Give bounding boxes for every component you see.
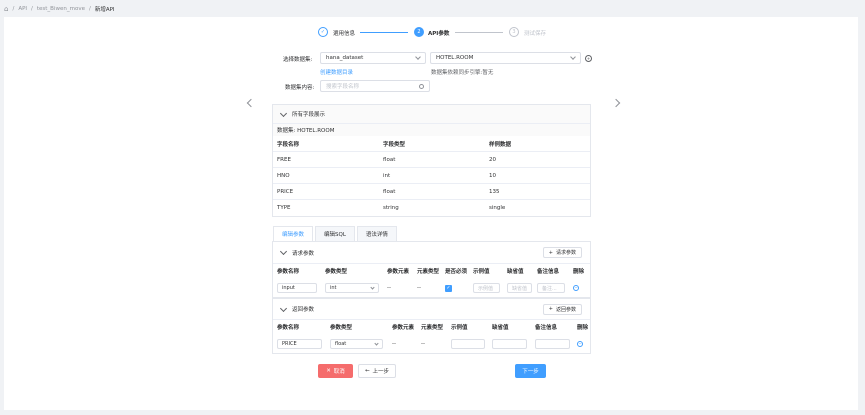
- table-row: HNO int 10: [273, 168, 590, 184]
- required-checkbox[interactable]: ✓: [445, 284, 452, 292]
- chevron-down-icon: [279, 304, 288, 312]
- step-line-1: [360, 32, 408, 33]
- next-step-button[interactable]: 下一步: [515, 364, 546, 378]
- breadcrumb: ⌂ / API / test_Biwen_move / 新增API: [4, 4, 115, 13]
- param-tabs: 编辑参数 编辑SQL 语法详情: [273, 226, 399, 241]
- add-response-param-button[interactable]: + 返回参数: [542, 303, 582, 315]
- chevron-down-icon: [415, 54, 421, 60]
- dataset-line: 数据集: HOTEL.ROOM: [273, 124, 590, 136]
- example-input[interactable]: 示例值: [473, 283, 500, 293]
- return-default-input[interactable]: [492, 339, 527, 349]
- tab-edit-sql[interactable]: 编辑SQL: [315, 226, 355, 241]
- delete-icon[interactable]: −: [573, 285, 579, 291]
- step-2-label: API参数: [428, 31, 450, 37]
- table-select[interactable]: HOTEL.ROOM: [430, 52, 581, 64]
- return-name-input[interactable]: PRICE: [277, 339, 322, 349]
- breadcrumb-current: 新增API: [94, 6, 115, 13]
- tab-syntax[interactable]: 语法详情: [356, 226, 397, 241]
- plus-icon: +: [548, 249, 553, 256]
- delete-icon[interactable]: −: [577, 341, 583, 347]
- request-table-header: 参数名称 参数类型 参数元素 元素类型 是否必须 示例值 缺省值 备注信息 删除: [277, 269, 585, 275]
- home-icon[interactable]: ⌂: [4, 5, 8, 13]
- fields-panel: 所有字段展示 数据集: HOTEL.ROOM 字段名称 字段类型 样例数据 FR…: [272, 104, 591, 217]
- arrow-left-icon: ←: [364, 368, 370, 374]
- breadcrumb-project[interactable]: test_Biwen_move: [37, 6, 85, 12]
- table-row: FREE float 20: [273, 152, 590, 168]
- table-row: PRICE float 135: [273, 184, 590, 200]
- request-panel: 请求参数 + 请求参数 参数名称 参数类型 参数元素 元素类型 是否必须 示例值 …: [272, 241, 591, 298]
- create-catalog-link[interactable]: 创建数据目录: [320, 68, 353, 76]
- response-panel-header[interactable]: 返回参数 + 返回参数: [273, 299, 590, 320]
- response-panel: 返回参数 + 返回参数 参数名称 参数类型 参数元素 元素类型 示例值 缺省值 备…: [272, 298, 591, 354]
- fields-table-header: 字段名称 字段类型 样例数据: [273, 136, 590, 152]
- table-row: TYPE string single: [277, 204, 506, 211]
- step-2-icon: 2: [414, 27, 424, 37]
- return-remark-input[interactable]: [535, 339, 570, 349]
- plus-icon: +: [548, 306, 553, 312]
- return-example-input[interactable]: [451, 339, 485, 349]
- add-request-param-button[interactable]: + 请求参数: [542, 247, 582, 258]
- table-row: PRICE float -- -- −: [273, 334, 590, 354]
- param-type-select[interactable]: int: [325, 283, 379, 293]
- request-panel-header[interactable]: 请求参数 + 请求参数: [273, 242, 590, 264]
- remark-input[interactable]: 备注...: [537, 283, 565, 293]
- table-row: input int -- -- ✓ 示例值 缺省值 备注... −: [273, 278, 590, 298]
- step-line-2: [455, 32, 503, 33]
- param-name-input[interactable]: input: [277, 283, 317, 293]
- chevron-down-icon: [370, 284, 375, 290]
- step-1-label: 選用信息: [333, 31, 356, 37]
- step-1-icon: ✓: [318, 27, 328, 37]
- prev-step-button[interactable]: ← 上一步: [358, 364, 396, 378]
- chevron-down-icon: [570, 54, 576, 60]
- content-label: 数据集内容:: [285, 85, 315, 91]
- step-3-label: 测试保存: [524, 31, 547, 37]
- add-circle-icon[interactable]: +: [585, 55, 592, 62]
- fields-panel-header[interactable]: 所有字段展示: [273, 105, 590, 124]
- cancel-button[interactable]: ✕ 取消: [318, 364, 353, 378]
- dataset-label: 选择数据集:: [283, 57, 313, 63]
- step-3-icon: 3: [509, 27, 519, 37]
- return-type-select[interactable]: float: [330, 339, 383, 349]
- search-icon: [419, 83, 424, 89]
- sync-note: 数据集依赖同步引擎:暂无: [431, 70, 494, 76]
- chevron-down-icon: [374, 340, 379, 346]
- dataset-select[interactable]: hana_dataset: [320, 52, 426, 64]
- field-search-input[interactable]: 搜索字段名称: [320, 80, 430, 92]
- close-icon: ✕: [326, 368, 331, 374]
- tab-edit-params[interactable]: 编辑参数: [273, 226, 314, 241]
- chevron-down-icon: [279, 247, 288, 256]
- breadcrumb-api[interactable]: API: [18, 6, 27, 12]
- chevron-down-icon: [279, 109, 288, 117]
- default-input[interactable]: 缺省值: [507, 283, 532, 293]
- response-table-header: 参数名称 参数类型 参数元素 元素类型 示例值 缺省值 备注信息 删除: [277, 325, 589, 331]
